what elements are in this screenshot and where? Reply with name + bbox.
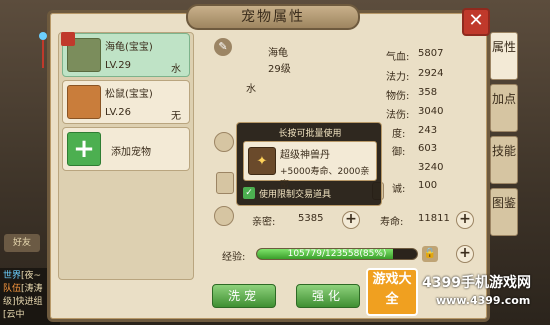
tooltip-title: 长按可批量使用 <box>278 129 342 139</box>
watermark-logo: 游戏大全 <box>366 268 418 316</box>
panel-title: 宠物属性 <box>186 4 360 30</box>
restricted-item-checkbox[interactable]: ✓ <box>243 187 255 199</box>
tab-codex[interactable]: 图鉴 <box>490 188 518 236</box>
plus-icon: + <box>67 132 101 166</box>
stat-value: 243 <box>418 125 438 136</box>
close-icon: ✕ <box>468 10 484 31</box>
tab-add-points[interactable]: 加点 <box>490 84 518 132</box>
stat-label: 物伤: <box>386 91 410 102</box>
pet-element: 无 <box>171 111 181 122</box>
stat-label: 诚: <box>392 184 406 195</box>
item-slot[interactable]: ✦ 超级神兽丹 +5000寿命、2000亲密 <box>243 141 377 190</box>
stat-value: 3240 <box>418 162 444 173</box>
tab-skills[interactable]: 技能 <box>490 136 518 184</box>
add-exp-button[interactable]: + <box>456 245 474 263</box>
tab-attributes[interactable]: 属性 <box>490 32 518 80</box>
pet-level: LV.29 <box>105 60 131 71</box>
pet-level: LV.26 <box>105 107 131 118</box>
add-lifespan-button[interactable]: + <box>456 211 474 229</box>
exp-bar: 105779/123558(85%) <box>256 248 418 260</box>
add-pet-button[interactable]: + 添加宠物 <box>62 127 190 171</box>
stat-value: 358 <box>418 87 438 98</box>
enhance-button[interactable]: 强化 <box>296 284 360 308</box>
wash-pet-button[interactable]: 洗宠 <box>212 284 276 308</box>
stat-label: 度: <box>392 129 406 140</box>
pet-card-squirrel[interactable]: 松鼠(宝宝) LV.26 无 <box>62 80 190 124</box>
pet-card-turtle[interactable]: 海龟(宝宝) LV.29 水 <box>61 32 190 77</box>
close-button[interactable]: ✕ <box>462 8 490 36</box>
pet-detail-level: 29级 <box>268 64 291 75</box>
stat-value: 5807 <box>418 48 444 59</box>
stat-value: 100 <box>418 180 438 191</box>
stat-value: 3040 <box>418 106 444 117</box>
watermark-title: 4399手机游戏网 <box>422 275 531 291</box>
friend-button[interactable]: 好友 <box>4 234 40 252</box>
intimacy-label: 亲密: <box>252 217 276 228</box>
pet-element: 水 <box>171 64 181 75</box>
add-pet-label: 添加宠物 <box>111 147 151 158</box>
watermark: 游戏大全 4399手机游戏网 www.4399.com <box>366 262 550 322</box>
lifespan-label: 寿命: <box>380 217 404 228</box>
item-tooltip: 长按可批量使用 ✦ 超级神兽丹 +5000寿命、2000亲密 ✓ 使用限制交易道… <box>236 122 382 206</box>
restricted-item-label: 使用限制交易道具 <box>259 190 332 200</box>
watermark-url: www.4399.com <box>436 294 531 307</box>
baby-badge-icon <box>61 32 75 46</box>
pet-name: 松鼠(宝宝) <box>105 89 153 100</box>
item-name: 超级神兽丹 <box>280 150 330 161</box>
pet-name: 海龟(宝宝) <box>105 42 153 53</box>
side-button[interactable] <box>216 172 234 194</box>
intimacy-icon <box>214 206 234 226</box>
exp-label: 经验: <box>222 252 246 263</box>
intimacy-value: 5385 <box>298 213 324 224</box>
lifespan-value: 11811 <box>418 213 450 224</box>
pet-detail-element: 水 <box>246 84 256 95</box>
exp-text: 105779/123558(85%) <box>287 249 387 259</box>
stat-label: 气血: <box>386 52 410 63</box>
stat-label: 御: <box>392 147 406 158</box>
stat-value: 2924 <box>418 68 444 79</box>
pet-detail-name: 海龟 <box>268 48 288 59</box>
lock-icon[interactable]: 🔒 <box>422 246 438 262</box>
pet-feed-icon[interactable] <box>214 132 234 152</box>
add-intimacy-button[interactable]: + <box>342 211 360 229</box>
stat-value: 603 <box>418 143 438 154</box>
rename-button[interactable]: ✎ <box>214 38 232 56</box>
stat-label: 法力: <box>386 72 410 83</box>
elixir-icon: ✦ <box>248 147 276 175</box>
squirrel-avatar <box>67 85 101 119</box>
stat-label: 法伤: <box>386 110 410 121</box>
